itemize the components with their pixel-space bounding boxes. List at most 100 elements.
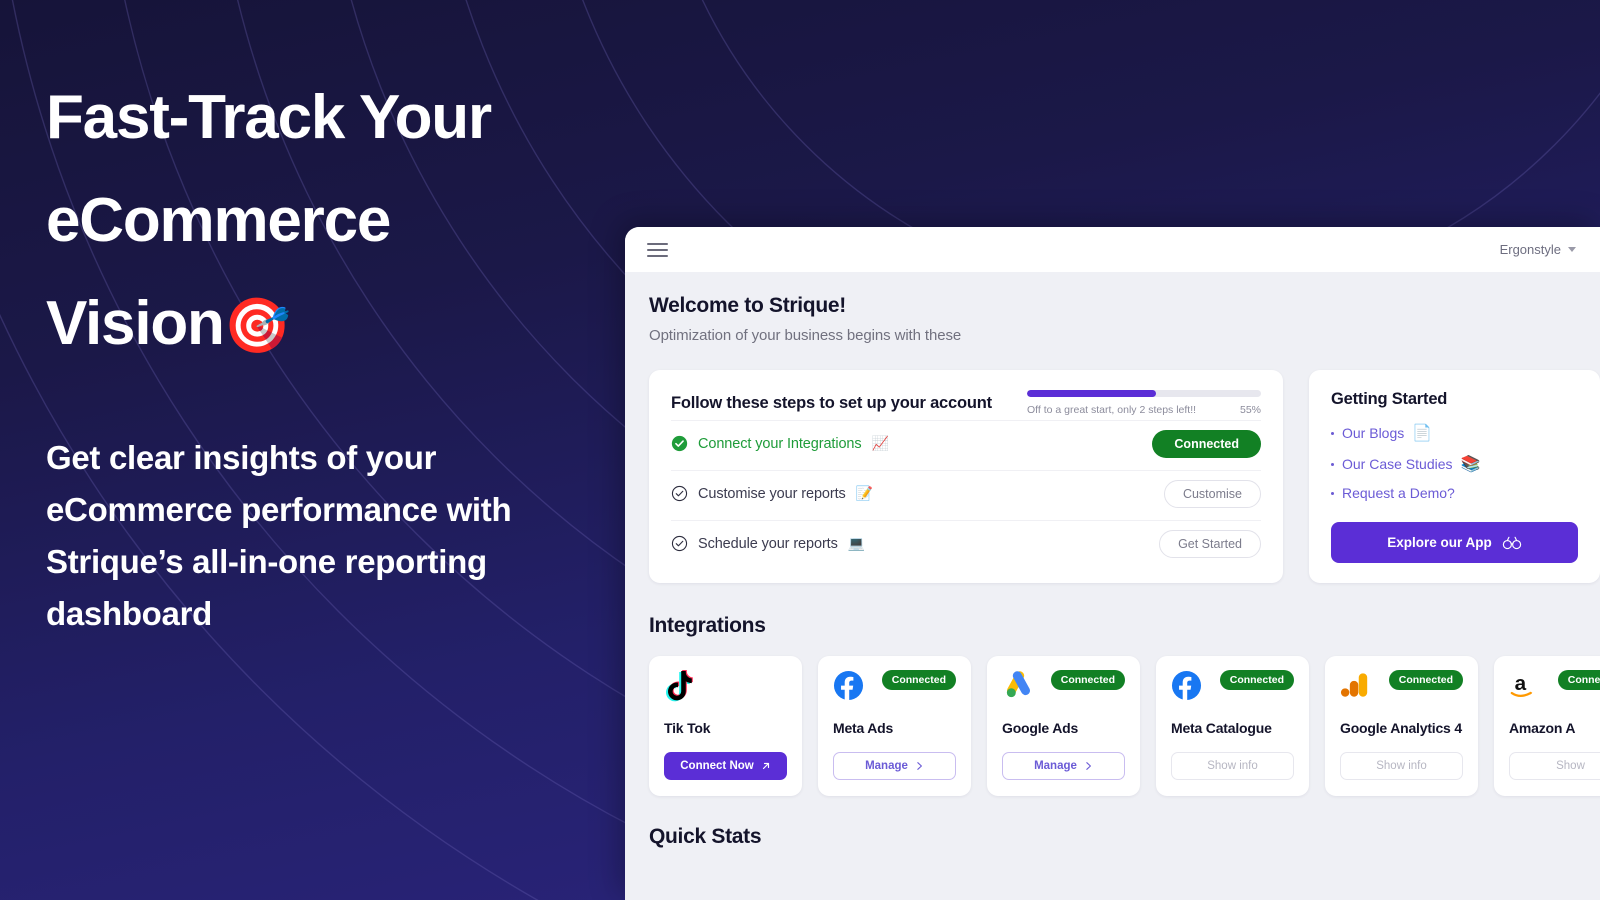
check-circle-outline-icon bbox=[671, 535, 688, 552]
integration-name: Tik Tok bbox=[664, 720, 711, 736]
check-circle-outline-icon bbox=[671, 485, 688, 502]
integration-action-button[interactable]: Manage bbox=[1002, 752, 1125, 780]
facebook-icon bbox=[833, 670, 864, 701]
integration-action-button[interactable]: Show info bbox=[1171, 752, 1294, 780]
status-badge: Connected bbox=[881, 670, 956, 690]
integration-action-label: Connect Now bbox=[680, 760, 754, 772]
check-circle-filled-icon bbox=[671, 435, 688, 452]
page-root: Fast-Track Your eCommerce Vision🎯 Get cl… bbox=[0, 0, 1600, 900]
setup-step-action[interactable]: Customise bbox=[1163, 479, 1261, 508]
list-item[interactable]: Our Case Studies 📚 bbox=[1331, 454, 1578, 474]
getting-started-link[interactable]: Request a Demo? bbox=[1342, 485, 1455, 501]
integration-name: Google Analytics 4 bbox=[1340, 720, 1462, 736]
integration-card-google-analytics[interactable]: Connected Google Analytics 4 Show info bbox=[1325, 656, 1478, 796]
chevron-right-icon bbox=[1086, 762, 1091, 770]
integration-name: Amazon A bbox=[1509, 720, 1576, 736]
list-item[interactable]: Our Blogs 📄 bbox=[1331, 423, 1578, 443]
setup-step-action[interactable]: Connected bbox=[1152, 429, 1261, 458]
getting-started-title: Getting Started bbox=[1331, 390, 1448, 408]
integration-card-amazon-ads[interactable]: a Connected Amazon A Show bbox=[1494, 656, 1600, 796]
account-name: Ergonstyle bbox=[1499, 242, 1561, 257]
integration-card-tiktok[interactable]: Tik Tok Connect Now bbox=[649, 656, 802, 796]
dart-target-icon: 🎯 bbox=[223, 296, 291, 356]
integration-action-label: Manage bbox=[865, 760, 908, 772]
setup-step-action[interactable]: Get Started bbox=[1159, 529, 1261, 558]
integration-card-meta-catalogue[interactable]: Connected Meta Catalogue Show info bbox=[1156, 656, 1309, 796]
account-switcher[interactable]: Ergonstyle bbox=[1500, 242, 1576, 257]
integration-name: Google Ads bbox=[1002, 720, 1079, 736]
books-icon: 📚 bbox=[1460, 456, 1481, 473]
progress-percent: 55% bbox=[1239, 404, 1261, 416]
binoculars-icon bbox=[1502, 536, 1521, 549]
integration-action-button[interactable]: Show bbox=[1509, 752, 1600, 780]
integration-card-meta-ads[interactable]: Connected Meta Ads Manage bbox=[818, 656, 971, 796]
integration-card-top: Connected bbox=[833, 670, 956, 706]
top-cards-row: Follow these steps to set up your accoun… bbox=[649, 370, 1600, 583]
setup-step-left: Schedule your reports 💻 bbox=[671, 535, 865, 552]
status-badge: Connected bbox=[1219, 670, 1294, 690]
chevron-right-icon bbox=[917, 762, 922, 770]
dashboard-topbar: Ergonstyle bbox=[625, 227, 1600, 272]
hero-subtitle: Get clear insights of your eCommerce per… bbox=[46, 439, 512, 632]
integration-action-label: Show info bbox=[1376, 760, 1427, 772]
tiktok-icon bbox=[666, 670, 693, 702]
list-item[interactable]: Request a Demo? bbox=[1331, 485, 1578, 501]
progress-fill bbox=[1027, 390, 1156, 397]
integration-name: Meta Catalogue bbox=[1171, 720, 1272, 736]
arrow-up-right-icon bbox=[762, 762, 769, 770]
hamburger-icon[interactable] bbox=[647, 242, 668, 257]
progress-track bbox=[1027, 390, 1261, 397]
explore-app-label: Explore our App bbox=[1387, 535, 1492, 550]
amazon-icon: a bbox=[1510, 672, 1533, 697]
setup-step-label: Connect your Integrations bbox=[698, 435, 862, 452]
bullet-icon bbox=[1331, 491, 1334, 495]
integration-action-button[interactable]: Manage bbox=[833, 752, 956, 780]
hero-block: Fast-Track Your eCommerce Vision🎯 bbox=[46, 66, 636, 378]
page-subtitle: Optimization of your business begins wit… bbox=[649, 327, 962, 344]
integration-action-label: Show bbox=[1556, 760, 1585, 772]
integration-card-top: a Connected bbox=[1509, 670, 1600, 706]
integration-action-button[interactable]: Show info bbox=[1340, 752, 1463, 780]
page-facing-up-icon: 📄 bbox=[1412, 425, 1433, 442]
setup-step-label: Schedule your reports bbox=[698, 535, 838, 552]
memo-icon: 📝 bbox=[855, 485, 874, 501]
page-title: Welcome to Strique! bbox=[649, 294, 846, 317]
getting-started-link[interactable]: Our Case Studies bbox=[1342, 456, 1453, 472]
getting-started-card: Getting Started Our Blogs 📄 Our Case Stu… bbox=[1309, 370, 1600, 583]
integration-name: Meta Ads bbox=[833, 720, 894, 736]
setup-step-row[interactable]: Connect your Integrations 📈 Connected bbox=[671, 420, 1261, 466]
integrations-section-title: Integrations bbox=[649, 614, 766, 637]
chart-increasing-icon: 📈 bbox=[871, 435, 889, 451]
integrations-row: Tik Tok Connect Now Connected Meta Ads M… bbox=[649, 656, 1600, 796]
dashboard-panel: Ergonstyle Welcome to Strique! Optimizat… bbox=[625, 227, 1600, 900]
progress-note: Off to a great start, only 2 steps left!… bbox=[1027, 404, 1197, 416]
laptop-icon: 💻 bbox=[847, 535, 866, 551]
integration-card-google-ads[interactable]: Connected Google Ads Manage bbox=[987, 656, 1140, 796]
integration-card-top: Connected bbox=[1002, 670, 1125, 706]
integration-card-top: Connected bbox=[1171, 670, 1294, 706]
setup-steps-title: Follow these steps to set up your accoun… bbox=[671, 394, 992, 412]
setup-progress: Off to a great start, only 2 steps left!… bbox=[1027, 390, 1261, 416]
getting-started-links: Our Blogs 📄 Our Case Studies 📚 Request a… bbox=[1331, 423, 1578, 512]
integration-card-top bbox=[664, 670, 787, 706]
google-analytics-icon bbox=[1340, 673, 1368, 697]
quick-stats-title: Quick Stats bbox=[649, 825, 762, 848]
setup-step-left: Customise your reports 📝 bbox=[671, 485, 873, 502]
setup-step-label: Customise your reports bbox=[698, 485, 846, 502]
setup-step-left: Connect your Integrations 📈 bbox=[671, 435, 889, 452]
setup-steps-card: Follow these steps to set up your accoun… bbox=[649, 370, 1283, 583]
integration-action-label: Manage bbox=[1034, 760, 1077, 772]
chevron-down-icon bbox=[1568, 247, 1576, 252]
getting-started-link[interactable]: Our Blogs bbox=[1342, 425, 1404, 441]
integration-action-button[interactable]: Connect Now bbox=[664, 752, 787, 780]
setup-steps-header: Follow these steps to set up your accoun… bbox=[671, 390, 1261, 416]
integration-action-label: Show info bbox=[1207, 760, 1258, 772]
integration-card-top: Connected bbox=[1340, 670, 1463, 706]
explore-app-button[interactable]: Explore our App bbox=[1331, 522, 1578, 563]
status-badge: Connected bbox=[1050, 670, 1125, 690]
setup-step-row[interactable]: Customise your reports 📝 Customise bbox=[671, 470, 1261, 516]
setup-step-row[interactable]: Schedule your reports 💻 Get Started bbox=[671, 520, 1261, 566]
status-badge: Connected bbox=[1557, 670, 1600, 690]
dashboard-content: Welcome to Strique! Optimization of your… bbox=[625, 272, 1600, 900]
hero-title: Fast-Track Your eCommerce Vision🎯 bbox=[46, 66, 636, 378]
